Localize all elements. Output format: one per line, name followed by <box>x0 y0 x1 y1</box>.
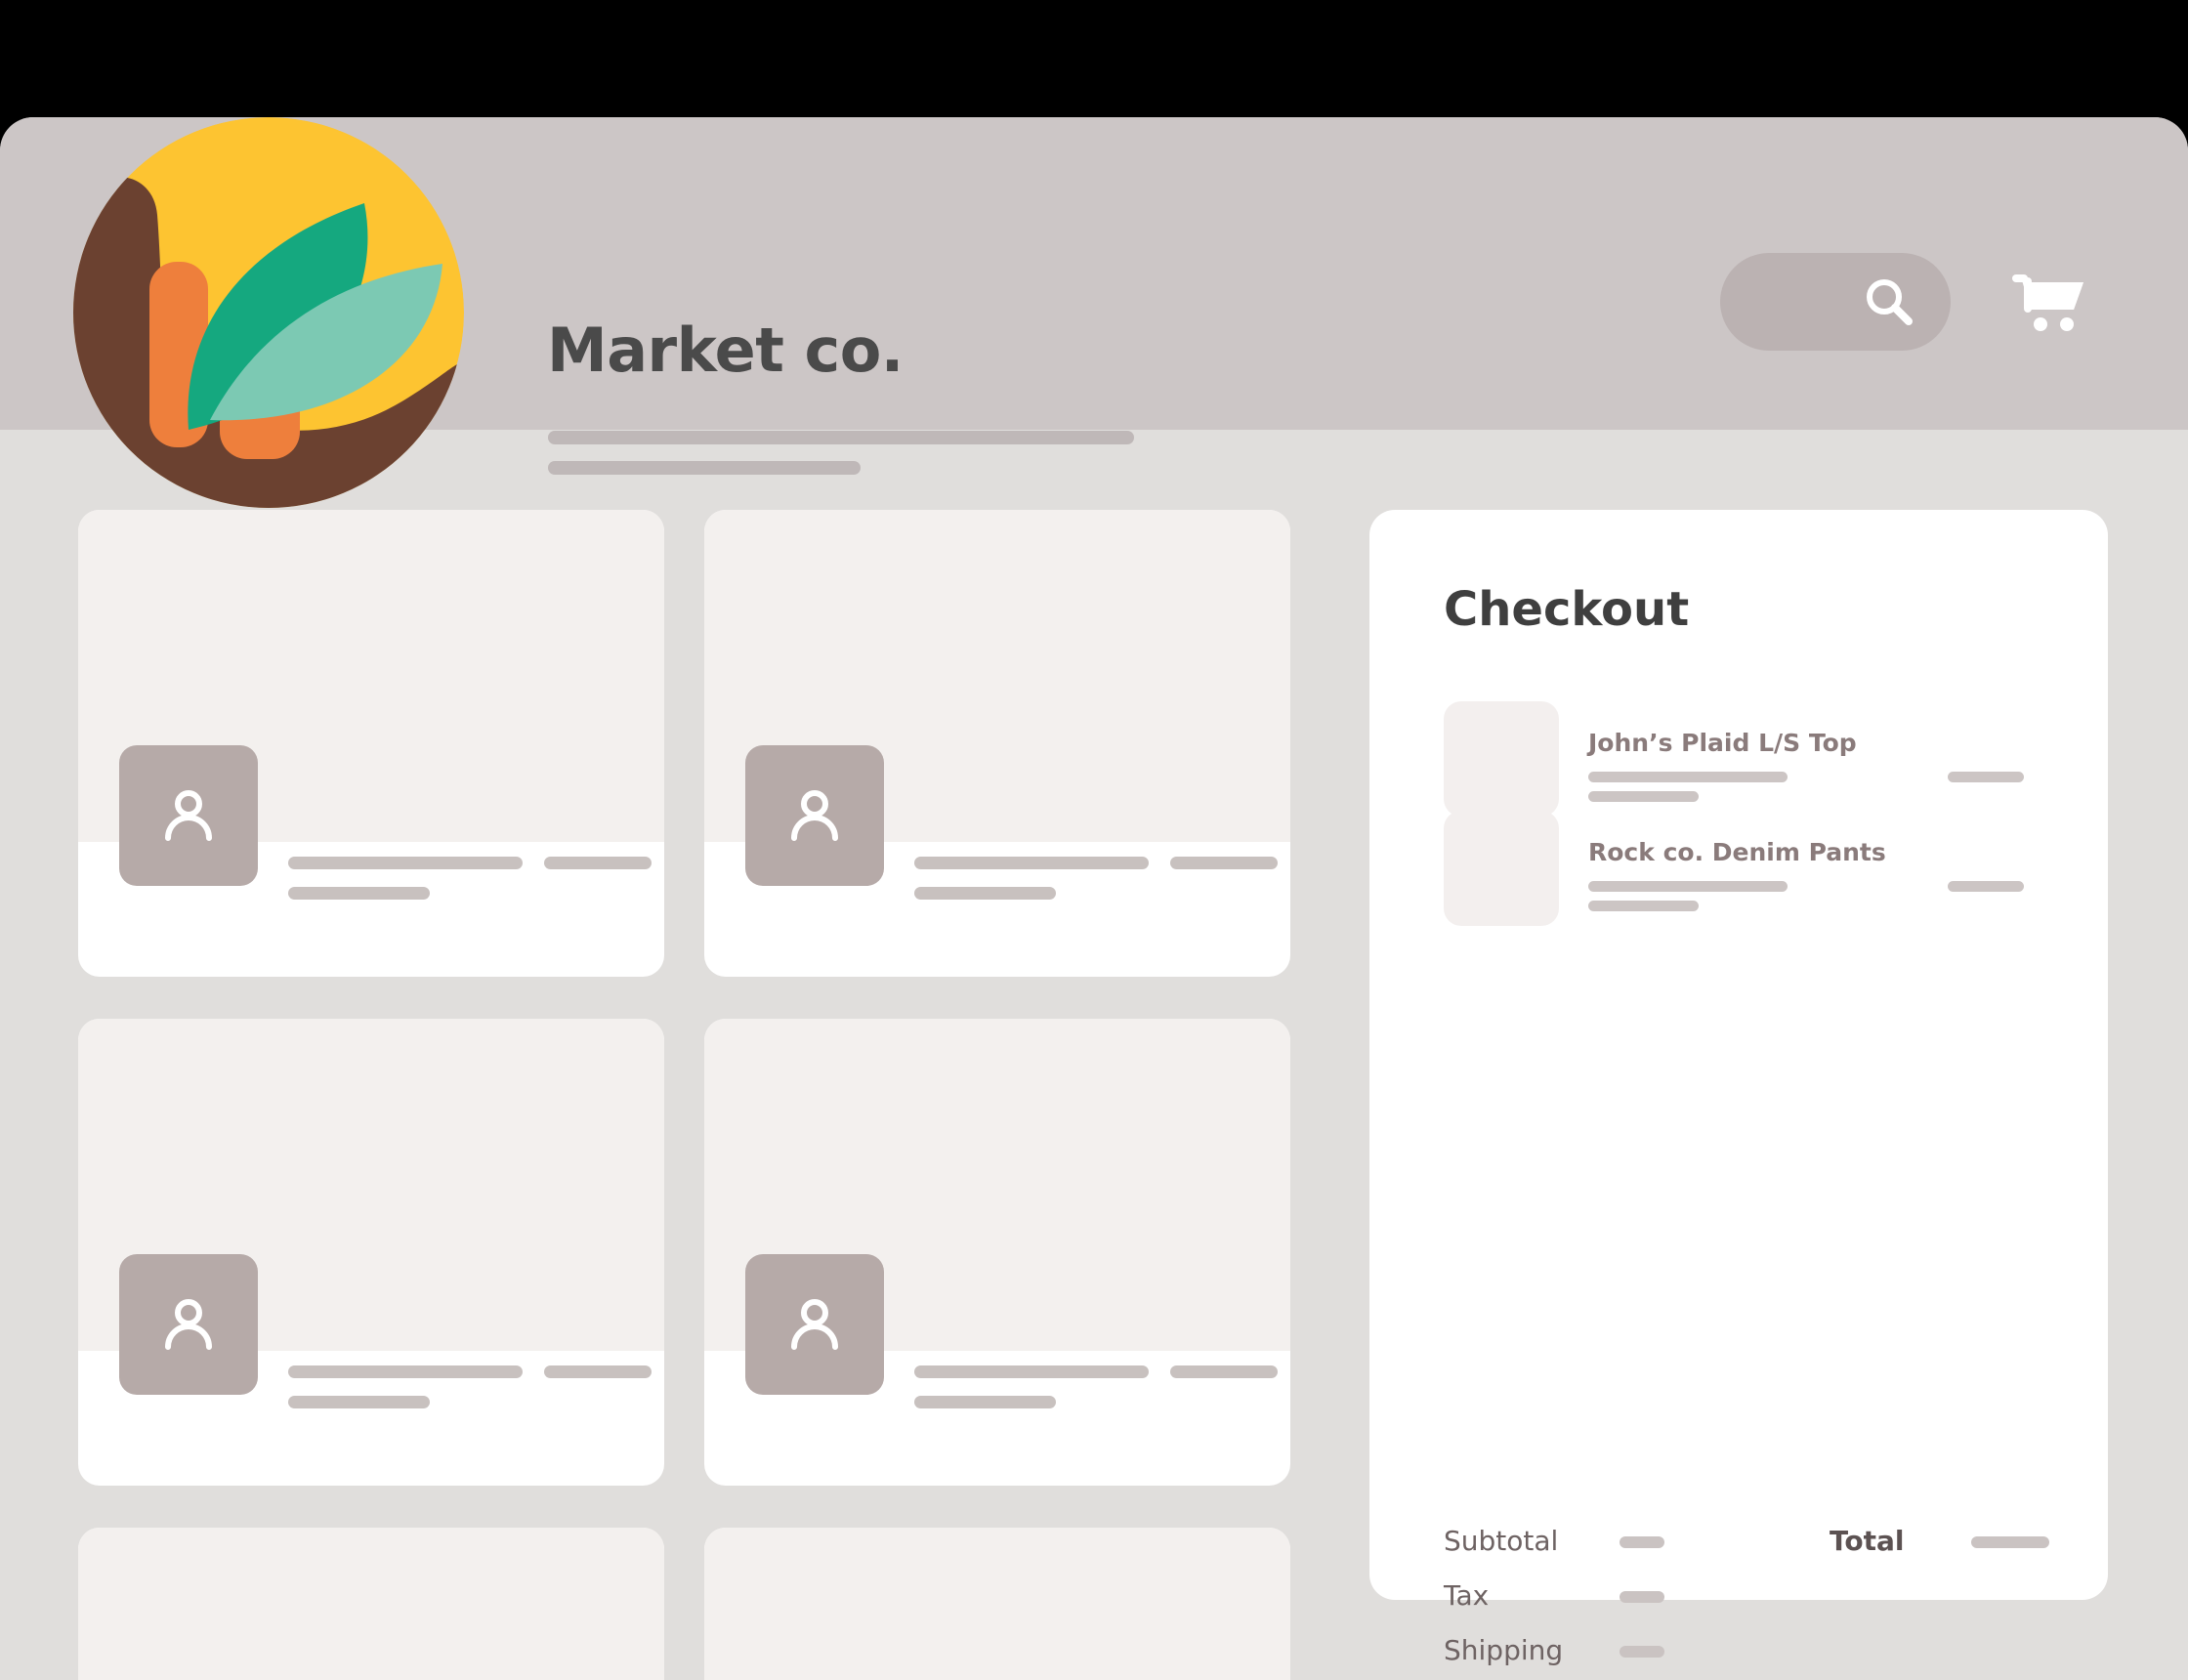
site-header: Market co. <box>0 117 2188 508</box>
product-image-placeholder <box>78 1528 664 1680</box>
item-meta-placeholder <box>1588 791 1699 802</box>
product-card[interactable] <box>78 1019 664 1486</box>
item-thumbnail-placeholder <box>1444 701 1559 817</box>
shipping-label: Shipping <box>1444 1634 1564 1666</box>
product-card[interactable] <box>78 1528 664 1680</box>
person-icon <box>119 1254 258 1395</box>
item-name: Rock co. Denim Pants <box>1588 838 1886 866</box>
brand-tagline-placeholder-line-1 <box>548 431 1134 444</box>
product-price-placeholder <box>544 1365 652 1378</box>
subtotal-value-placeholder <box>1620 1536 1664 1548</box>
product-card[interactable] <box>704 1019 1290 1486</box>
person-icon <box>119 745 258 886</box>
product-price-placeholder <box>1170 857 1278 869</box>
product-subtitle-placeholder <box>914 887 1056 900</box>
product-subtitle-placeholder <box>914 1396 1056 1408</box>
item-price-placeholder <box>1948 881 2024 892</box>
item-detail-placeholder <box>1588 881 1788 892</box>
app-window: Market co. Checkout John’s Plaid L/S Top… <box>0 117 2188 1680</box>
total-label: Total <box>1830 1525 1905 1557</box>
product-title-placeholder <box>914 1365 1149 1378</box>
search-icon[interactable] <box>1863 275 1915 328</box>
brand-title: Market co. <box>547 315 904 386</box>
item-thumbnail-placeholder <box>1444 811 1559 926</box>
checkout-panel: Checkout John’s Plaid L/S Top Rock co. D… <box>1369 510 2108 1664</box>
tax-label: Tax <box>1444 1579 1490 1612</box>
product-grid <box>78 510 1311 1680</box>
item-meta-placeholder <box>1588 901 1699 911</box>
product-title-placeholder <box>288 857 523 869</box>
product-title-placeholder <box>288 1365 523 1378</box>
item-name: John’s Plaid L/S Top <box>1588 729 1857 757</box>
person-icon <box>745 1254 884 1395</box>
brand-tagline-placeholder-line-2 <box>548 461 861 475</box>
product-price-placeholder <box>1170 1365 1278 1378</box>
product-card[interactable] <box>704 1528 1290 1680</box>
item-price-placeholder <box>1948 772 2024 782</box>
search-input[interactable] <box>1720 253 1951 351</box>
product-subtitle-placeholder <box>288 887 430 900</box>
item-detail-placeholder <box>1588 772 1788 782</box>
product-price-placeholder <box>544 857 652 869</box>
total-value-placeholder <box>1971 1536 2049 1548</box>
product-title-placeholder <box>914 857 1149 869</box>
checkout-heading: Checkout <box>1444 582 1690 637</box>
product-image-placeholder <box>704 1528 1290 1680</box>
shopping-cart-icon[interactable] <box>2010 272 2088 340</box>
subtotal-label: Subtotal <box>1444 1525 1559 1557</box>
person-icon <box>745 745 884 886</box>
product-card[interactable] <box>78 510 664 977</box>
tax-value-placeholder <box>1620 1591 1664 1603</box>
product-subtitle-placeholder <box>288 1396 430 1408</box>
shipping-value-placeholder <box>1620 1646 1664 1658</box>
leaf-in-hand-logo <box>73 117 464 508</box>
product-card[interactable] <box>704 510 1290 977</box>
